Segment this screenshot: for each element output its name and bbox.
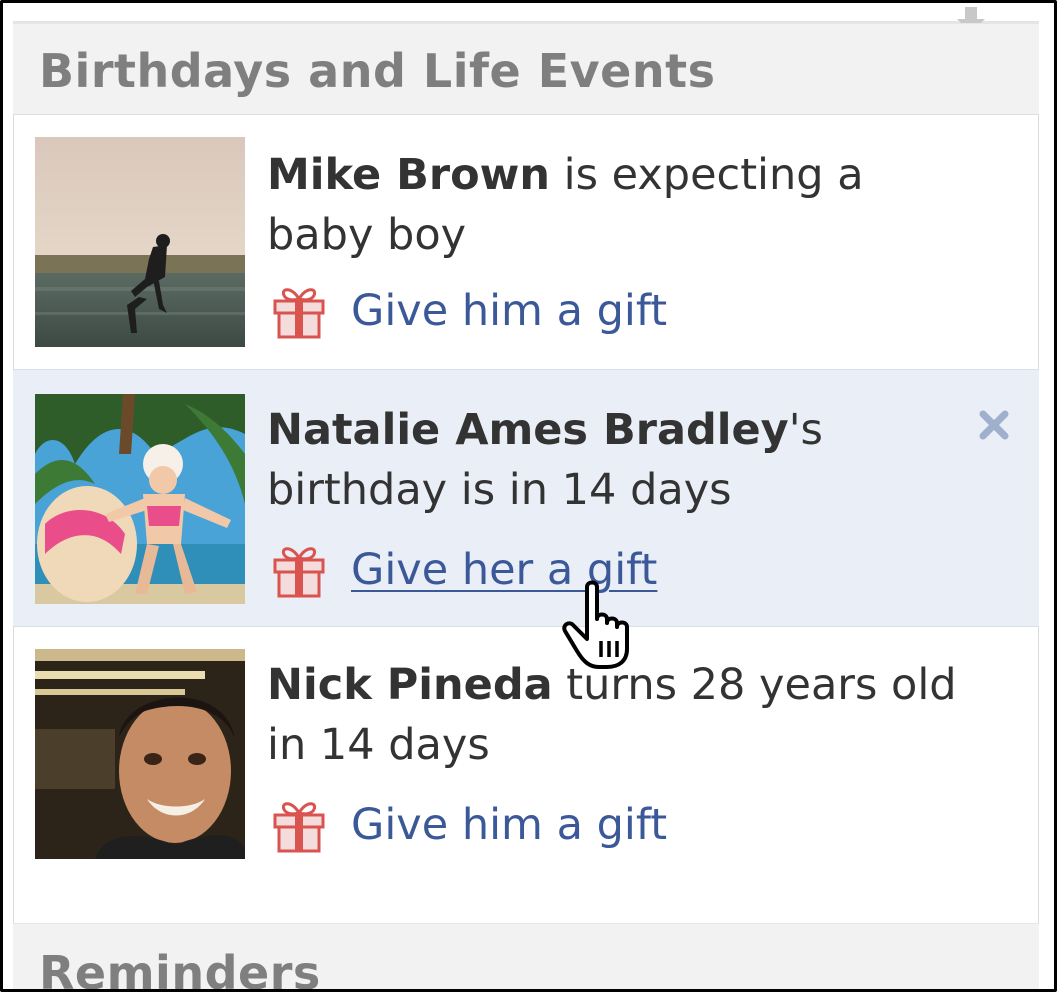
person-name-link[interactable]: Natalie Ames Bradley [267,405,789,455]
event-item: Nick Pineda turns 28 years old in 14 day… [13,627,1039,923]
event-text: is expecting a [549,150,864,200]
gift-action[interactable]: Give him a gift [269,281,667,341]
event-description: Nick Pineda turns 28 years old in 14 day… [267,655,987,775]
event-item: Mike Brown is expecting a baby boy Give … [13,115,1039,369]
gift-icon [273,288,325,339]
gift-action[interactable]: Give her a gift [269,540,657,600]
event-description: Mike Brown is expecting a baby boy [267,145,987,265]
profile-photo[interactable] [35,137,245,347]
profile-photo[interactable] [35,649,245,859]
event-text: turns 28 years old [552,660,957,710]
person-name-link[interactable]: Mike Brown [267,150,550,200]
event-item-highlighted: Natalie Ames Bradley's birthday is in 14… [13,369,1039,627]
app-frame: Birthdays and Life Events Mike Brown is … [0,0,1057,992]
event-text-cont: baby boy [267,210,467,260]
section-header-birthdays: Birthdays and Life Events [13,23,1039,115]
woman-with-child-under-palm-tree-photo [35,394,245,604]
give-gift-link[interactable]: Give him a gift [351,281,667,341]
smiling-man-portrait-photo [35,649,245,859]
gift-icon [273,802,325,853]
give-gift-link[interactable]: Give him a gift [351,795,667,855]
person-jumping-on-beach-photo [35,137,245,347]
give-gift-link[interactable]: Give her a gift [351,540,657,600]
gift-icon [273,547,325,598]
profile-photo[interactable] [35,394,245,604]
event-description: Natalie Ames Bradley's birthday is in 14… [267,400,987,520]
close-icon[interactable] [977,408,1011,442]
section-title: Birthdays and Life Events [39,44,716,98]
event-text: 's [788,405,823,455]
gift-action[interactable]: Give him a gift [269,795,667,855]
section-title: Reminders [39,946,321,992]
event-text-cont: in 14 days [267,720,490,770]
person-name-link[interactable]: Nick Pineda [267,660,553,710]
section-header-reminders: Reminders [13,923,1039,992]
event-text-cont: birthday is in 14 days [267,465,732,515]
